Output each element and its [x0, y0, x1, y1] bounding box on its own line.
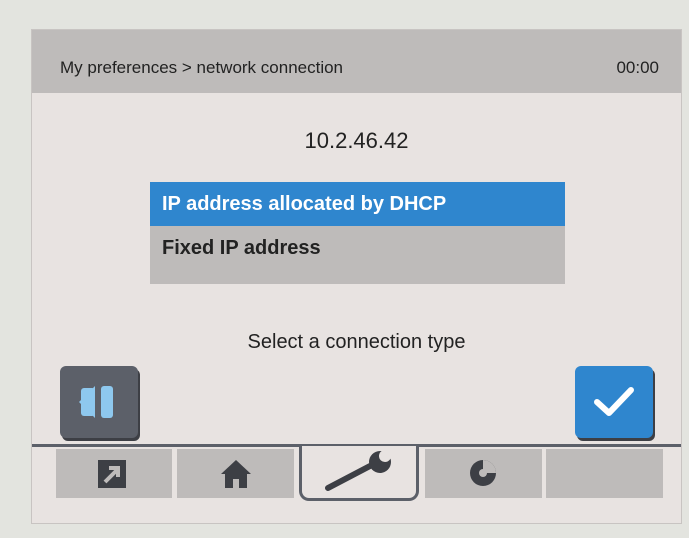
clock: 00:00	[616, 58, 659, 77]
ip-address-display: 10.2.46.42	[304, 128, 409, 153]
tab-settings[interactable]	[299, 446, 419, 501]
confirm-button[interactable]	[575, 366, 653, 438]
header-bar: My preferences > network connection 00:0…	[32, 30, 681, 93]
tab-empty[interactable]	[546, 449, 663, 498]
connection-type-list: IP address allocated by DHCP Fixed IP ad…	[150, 182, 565, 284]
tab-disc[interactable]	[425, 449, 542, 498]
device-screen: My preferences > network connection 00:0…	[31, 29, 682, 524]
check-icon	[594, 387, 634, 416]
disc-icon	[470, 460, 496, 486]
tab-home[interactable]	[177, 449, 294, 498]
wrench-icon	[325, 450, 391, 491]
home-icon	[221, 460, 251, 488]
breadcrumb: My preferences > network connection	[60, 58, 344, 77]
back-icon	[79, 386, 113, 418]
tab-shortcut[interactable]	[56, 449, 172, 498]
option-dhcp[interactable]: IP address allocated by DHCP	[150, 182, 565, 226]
option-fixed-ip[interactable]: Fixed IP address	[150, 226, 565, 270]
shortcut-arrow-icon	[98, 460, 126, 488]
instruction-text: Select a connection type	[247, 331, 466, 353]
back-button[interactable]	[60, 366, 138, 438]
